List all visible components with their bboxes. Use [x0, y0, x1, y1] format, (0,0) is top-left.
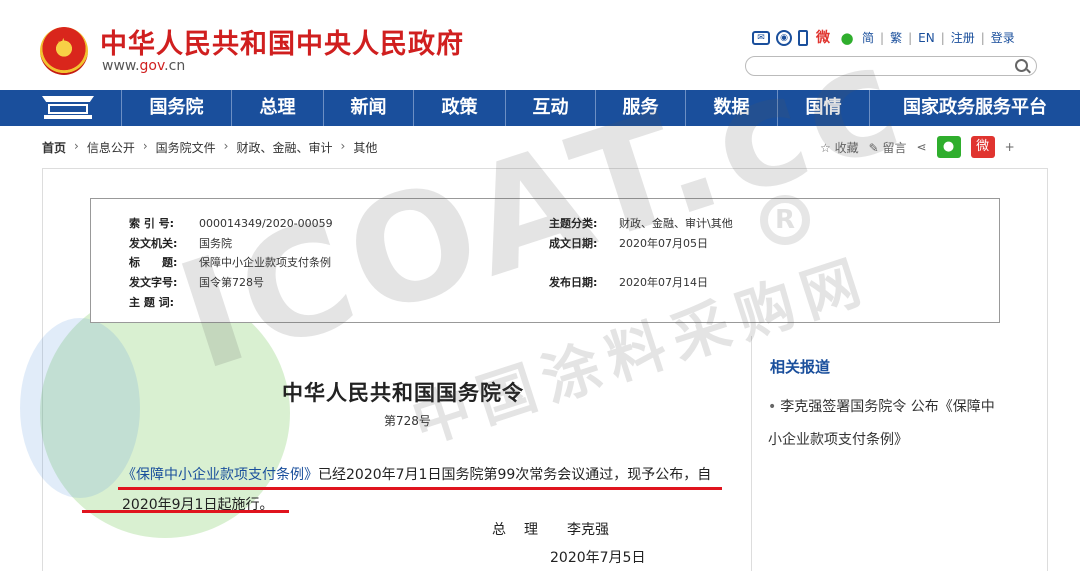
- breadcrumb-info-disclosure[interactable]: 信息公开: [87, 139, 135, 156]
- related-report-link[interactable]: • 李克强签署国务院令 公布《保障中小企业款项支付条例》: [768, 391, 1008, 457]
- signatory-name: 李克强: [567, 522, 609, 538]
- highlight-underline: [82, 510, 289, 513]
- breadcrumb-home[interactable]: 首页: [42, 139, 66, 156]
- more-share-button[interactable]: +: [1005, 140, 1015, 154]
- nav-item-news[interactable]: 新闻: [324, 90, 414, 126]
- breadcrumb-other[interactable]: 其他: [353, 139, 377, 156]
- site-title[interactable]: 中华人民共和国中央人民政府: [100, 22, 464, 61]
- signature-date: 2020年7月5日: [550, 550, 646, 566]
- nav-item-premier[interactable]: 总理: [232, 90, 324, 126]
- breadcrumb-finance[interactable]: 财政、金融、审计: [236, 139, 332, 156]
- related-reports-title: 相关报道: [770, 358, 831, 376]
- site-header: ★ 中华人民共和国中央人民政府 www.gov.cn ✉ ◉ 微 ● 简 | 繁 |…: [0, 0, 1080, 90]
- wechat-share-icon[interactable]: ●: [936, 136, 961, 158]
- nav-item-state-council[interactable]: 国务院: [122, 90, 232, 126]
- link-register[interactable]: 注册: [951, 29, 975, 46]
- national-emblem-icon[interactable]: ★: [40, 27, 88, 75]
- nav-home[interactable]: [0, 90, 122, 126]
- weibo-share-icon[interactable]: 微: [970, 136, 995, 158]
- breadcrumb-state-council-docs[interactable]: 国务院文件: [156, 139, 216, 156]
- breadcrumb: 首页 › 信息公开 › 国务院文件 › 财政、金融、审计 › 其他: [42, 139, 378, 156]
- regulation-link[interactable]: 《保障中小企业款项支付条例》: [122, 467, 318, 483]
- site-url: www.gov.cn: [102, 58, 186, 74]
- link-traditional[interactable]: 繁: [890, 29, 902, 46]
- highlight-underline: [118, 487, 722, 490]
- link-login[interactable]: 登录: [991, 29, 1015, 46]
- watermark-registered-icon: R: [760, 195, 810, 245]
- nav-item-policy[interactable]: 政策: [414, 90, 506, 126]
- signatory-role: 总 理: [492, 522, 540, 538]
- tiananmen-icon: [42, 96, 94, 120]
- side-divider: [751, 336, 752, 571]
- search-icon[interactable]: [1015, 59, 1028, 72]
- share-icon[interactable]: ⋖: [917, 140, 927, 154]
- link-english[interactable]: EN: [918, 31, 935, 45]
